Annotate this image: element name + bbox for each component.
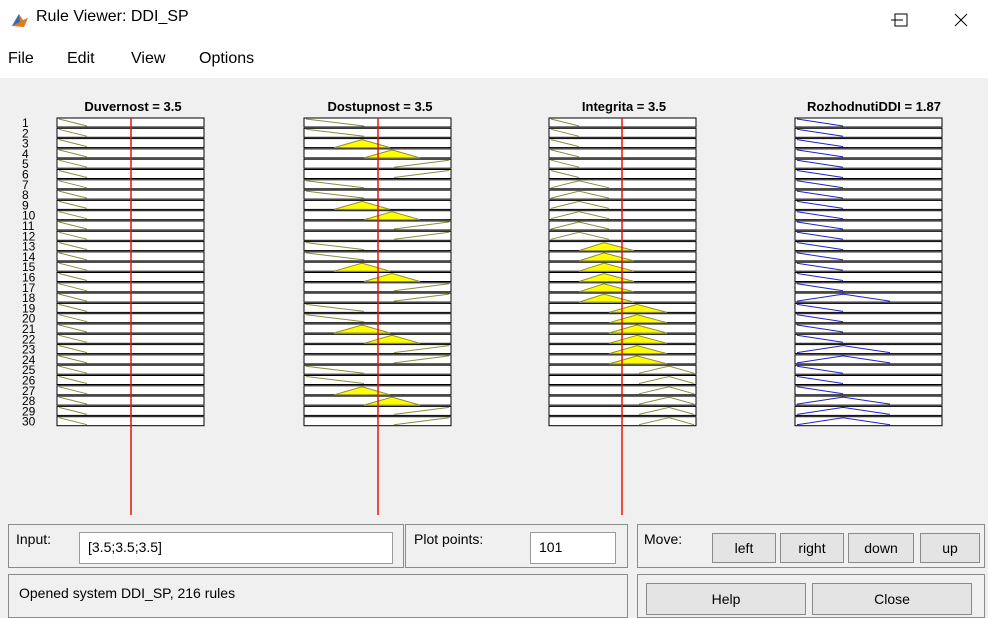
menu-edit[interactable]: Edit bbox=[67, 50, 95, 68]
menu-view[interactable]: View bbox=[131, 50, 165, 68]
maximize-icon bbox=[894, 13, 908, 27]
close-icon bbox=[954, 13, 968, 27]
move-down-button[interactable]: down bbox=[848, 533, 914, 563]
help-close-panel: Help Close bbox=[637, 574, 985, 618]
help-button[interactable]: Help bbox=[646, 583, 806, 615]
move-right-button[interactable]: right bbox=[780, 533, 844, 563]
rule-number: 30 bbox=[22, 415, 36, 429]
rule-plot[interactable]: Duvernost = 3.5 Dostupnost = 3.5 Integrita… bbox=[0, 78, 988, 518]
matlab-icon bbox=[12, 14, 28, 27]
variable-header: Duvernost = 3.5 bbox=[84, 99, 181, 114]
variable-header: Dostupnost = 3.5 bbox=[327, 99, 432, 114]
input-panel: Input: [3.5;3.5;3.5] bbox=[8, 524, 404, 568]
input-label: Input: bbox=[16, 531, 52, 547]
menu-options[interactable]: Options bbox=[199, 50, 254, 68]
window-title: Rule Viewer: DDI_SP bbox=[36, 8, 189, 25]
move-left-button[interactable]: left bbox=[712, 533, 776, 563]
status-text: Opened system DDI_SP, 216 rules bbox=[19, 585, 236, 601]
maximize-button-area[interactable] bbox=[878, 0, 924, 40]
menu-file[interactable]: File bbox=[8, 50, 34, 68]
move-label: Move: bbox=[644, 531, 683, 547]
variable-header: Integrita = 3.5 bbox=[582, 99, 666, 114]
move-up-button[interactable]: up bbox=[920, 533, 980, 563]
variable-header: RozhodnutiDDI = 1.87 bbox=[807, 99, 941, 114]
plot-points-panel: Plot points: 101 bbox=[405, 524, 628, 568]
title-bar: Rule Viewer: DDI_SP bbox=[0, 0, 988, 40]
plot-points-label: Plot points: bbox=[414, 531, 484, 547]
plot-points-field[interactable]: 101 bbox=[530, 532, 616, 564]
rule-viewer-area: Duvernost = 3.5 Dostupnost = 3.5 Integrita… bbox=[0, 78, 988, 618]
close-button[interactable]: Close bbox=[812, 583, 972, 615]
status-panel: Opened system DDI_SP, 216 rules bbox=[8, 574, 628, 618]
menu-bar: File Edit View Options bbox=[0, 42, 988, 74]
move-panel: Move: left right down up bbox=[637, 524, 985, 568]
close-window-button[interactable] bbox=[938, 0, 984, 40]
input-field[interactable]: [3.5;3.5;3.5] bbox=[79, 532, 393, 564]
